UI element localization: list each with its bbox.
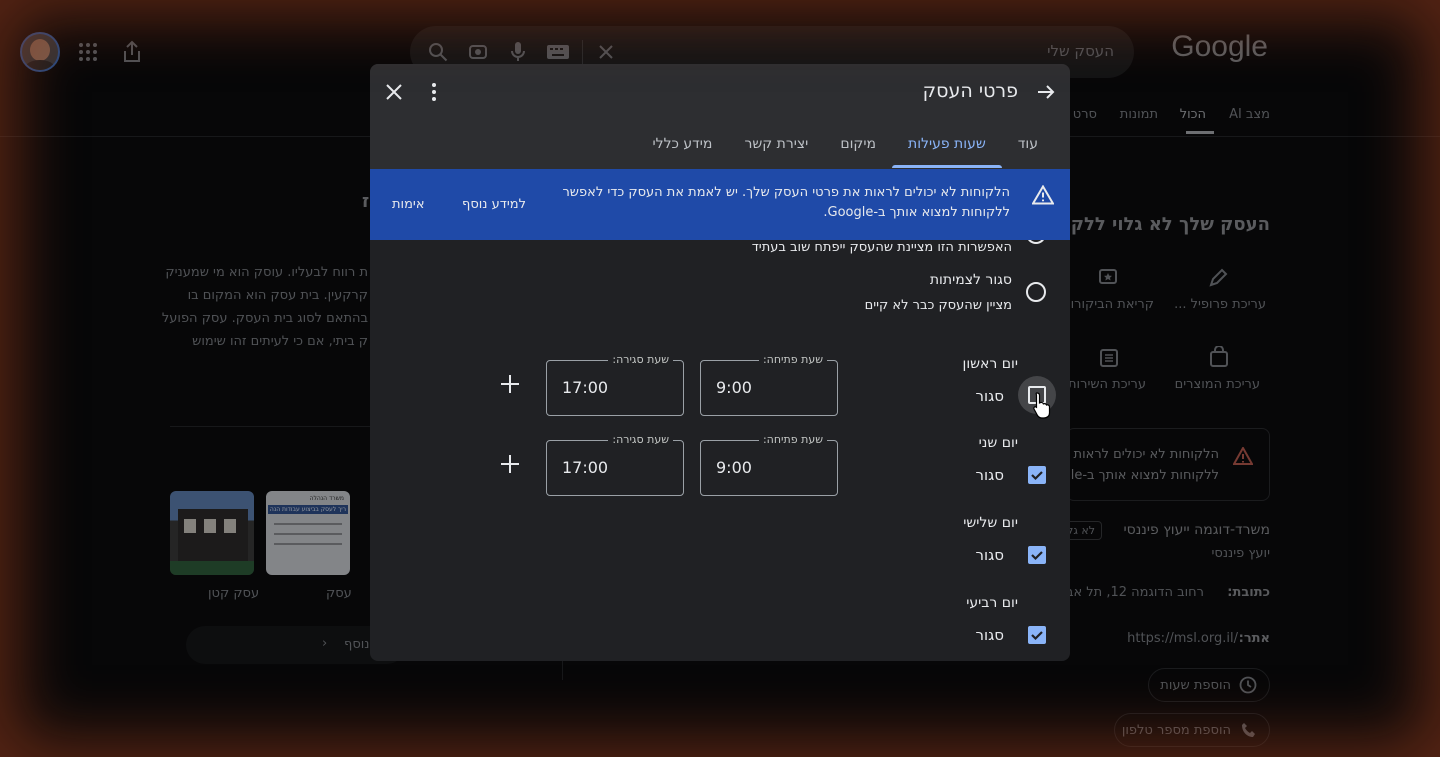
close-button[interactable]: [378, 76, 410, 108]
radio-permanently-closed[interactable]: [1026, 282, 1046, 302]
closing-time-monday[interactable]: שעת סגירה: 17:00: [546, 433, 684, 496]
check-icon: [1031, 631, 1043, 641]
tab-general-info[interactable]: מידע כללי: [636, 132, 728, 168]
verify-button[interactable]: אימות: [392, 197, 425, 212]
permanently-closed-description: מציין שהעסק כבר לא קיים: [864, 298, 1012, 313]
permanently-closed-label: סגור לצמיתות: [929, 272, 1012, 288]
closed-label: סגור: [975, 546, 1004, 564]
arrow-forward-icon: [1038, 85, 1055, 99]
day-label: יום שלישי: [963, 515, 1018, 531]
more-options-button[interactable]: [418, 76, 450, 108]
opening-hours-panel: האפשרות הזו מציינת שהעסק ייפתח שוב בעתיד…: [370, 234, 1070, 661]
opening-time-sunday[interactable]: שעת פתיחה: 9:00: [700, 353, 838, 416]
verification-banner: הלקוחות לא יכולים לראות את פרטי העסק שלך…: [370, 169, 1070, 240]
closed-checkbox-tuesday[interactable]: [1028, 546, 1046, 564]
tab-opening-hours[interactable]: שעות פעילות: [892, 132, 1002, 168]
closed-checkbox-wednesday[interactable]: [1028, 626, 1046, 644]
opening-time-monday[interactable]: שעת פתיחה: 9:00: [700, 433, 838, 496]
dialog-title: פרטי העסק: [922, 80, 1018, 102]
learn-more-link[interactable]: למידע נוסף: [462, 197, 526, 212]
mouse-cursor-icon: [1033, 392, 1051, 419]
tab-location[interactable]: מיקום: [824, 132, 892, 168]
close-icon: [386, 84, 402, 100]
more-vert-icon: [432, 83, 436, 101]
tab-more[interactable]: עוד: [1002, 132, 1054, 168]
closed-label: סגור: [975, 387, 1004, 405]
day-label: יום ראשון: [962, 356, 1019, 372]
dialog-tabs: מידע כללי יצירת קשר מיקום שעות פעילות עו…: [636, 132, 1054, 168]
closed-label: סגור: [975, 466, 1004, 484]
day-label: יום רביעי: [966, 595, 1018, 611]
add-hours-plus-icon[interactable]: [498, 452, 522, 476]
check-icon: [1031, 471, 1043, 481]
check-icon: [1031, 551, 1043, 561]
banner-text: הלקוחות לא יכולים לראות את פרטי העסק שלך…: [562, 185, 1010, 220]
partial-option-text: האפשרות הזו מציינת שהעסק ייפתח שוב בעתיד: [751, 240, 1012, 255]
tab-contact[interactable]: יצירת קשר: [728, 132, 824, 168]
warning-icon: [1032, 185, 1054, 205]
closed-label: סגור: [975, 626, 1004, 644]
day-label: יום שני: [978, 435, 1018, 451]
closing-time-sunday[interactable]: שעת סגירה: 17:00: [546, 353, 684, 416]
back-button[interactable]: [1030, 76, 1062, 108]
business-details-dialog: פרטי העסק מידע כללי יצירת קשר מיקום שעות…: [370, 64, 1070, 661]
closed-checkbox-monday[interactable]: [1028, 466, 1046, 484]
add-hours-plus-icon[interactable]: [498, 372, 522, 396]
